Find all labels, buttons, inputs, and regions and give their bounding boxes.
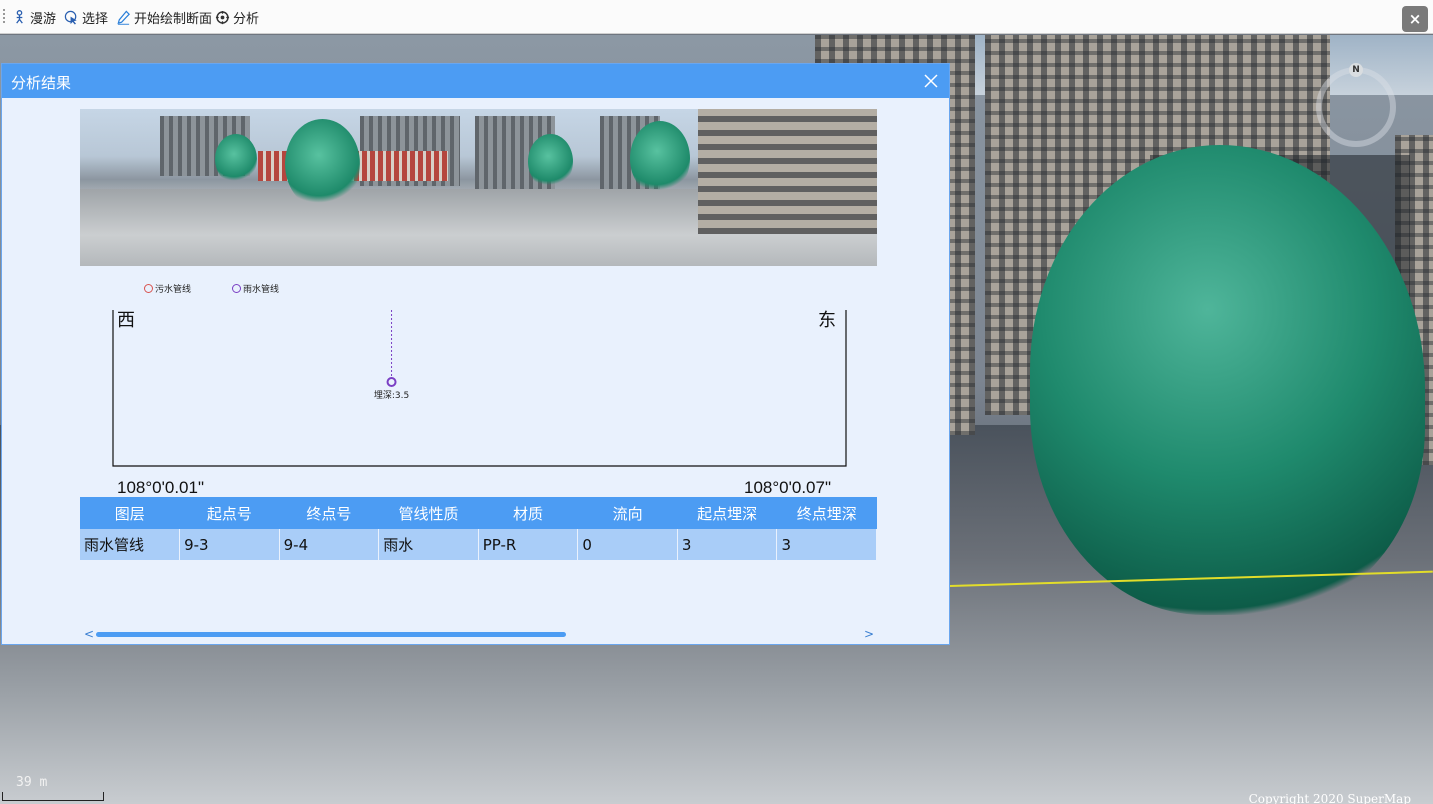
- west-label: 西: [117, 310, 135, 331]
- scale-bar: [2, 792, 104, 801]
- legend-rain-marker-icon: [232, 284, 241, 293]
- pipe-depth-label: 埋深:3.5: [374, 390, 409, 401]
- roam-label: 漫游: [30, 11, 57, 27]
- legend-rain-label: 雨水管线: [243, 285, 280, 295]
- column-header[interactable]: 流向: [577, 497, 678, 529]
- snapshot-tree: [285, 119, 360, 209]
- compass-north-icon: N: [1349, 63, 1363, 77]
- select-cursor-icon: [64, 10, 77, 25]
- x-end-label: 108°0'0.07": [744, 478, 831, 497]
- copyright-text: Copyright 2020 SuperMap: [1248, 792, 1411, 804]
- table-cell: 3: [776, 529, 877, 560]
- draw-section-label: 开始绘制断面: [134, 11, 213, 27]
- attribute-table: 图层 起点号 终点号 管线性质 材质 流向 起点埋深 终点埋深 雨水管线 9-3 9-4 雨水 PP-…: [80, 497, 877, 560]
- section-snapshot-image: [80, 109, 877, 266]
- horizontal-scrollbar[interactable]: < >: [84, 627, 874, 641]
- select-label: 选择: [82, 11, 109, 27]
- dialog-title: 分析结果: [11, 74, 72, 92]
- toolbar: 漫游 选择 开始绘制断面 分析 ×: [0, 0, 1433, 34]
- chart-axes: [112, 310, 847, 467]
- analyze-button[interactable]: 分析: [215, 7, 259, 27]
- pipe-point: [386, 377, 397, 387]
- compass-widget[interactable]: N: [1316, 63, 1396, 147]
- table-cell: 0: [577, 529, 678, 560]
- section-profile-chart: 西 东 108°0'0.01" 108°0'0.07" 埋深:3.5: [112, 310, 847, 497]
- dialog-header[interactable]: 分析结果: [2, 64, 949, 98]
- dialog-close-icon[interactable]: [922, 72, 940, 90]
- legend-sewage-marker-icon: [144, 284, 153, 293]
- roam-person-icon: [16, 9, 23, 24]
- column-header[interactable]: 材质: [478, 497, 578, 529]
- table-row[interactable]: 雨水管线 9-3 9-4 雨水 PP-R 0 3 3: [80, 529, 877, 560]
- scale-label: 39 m: [16, 775, 48, 790]
- snapshot-tall-building: [698, 109, 877, 234]
- column-header[interactable]: 起点埋深: [677, 497, 777, 529]
- snapshot-tree: [630, 121, 690, 196]
- select-button[interactable]: 选择: [64, 7, 108, 27]
- draw-section-button[interactable]: 开始绘制断面: [116, 7, 212, 27]
- table-cell: 雨水: [378, 529, 479, 560]
- chart-points: 埋深:3.5: [374, 310, 409, 401]
- east-label: 东: [818, 310, 836, 331]
- analyze-label: 分析: [233, 11, 260, 27]
- analyze-icon: [215, 10, 230, 24]
- table-cell: 9-4: [279, 529, 380, 560]
- scroll-left-icon[interactable]: <: [84, 627, 94, 641]
- roam-button[interactable]: 漫游: [12, 7, 56, 27]
- column-header[interactable]: 起点号: [179, 497, 280, 529]
- draw-pencil-icon: [117, 10, 130, 25]
- scrollbar-thumb[interactable]: [96, 632, 566, 637]
- snapshot-tree: [528, 134, 573, 189]
- column-header[interactable]: 图层: [80, 497, 180, 529]
- toolbar-close-button[interactable]: ×: [1402, 6, 1428, 32]
- x-start-label: 108°0'0.01": [117, 478, 204, 497]
- legend-rain: 雨水管线: [232, 282, 279, 295]
- analysis-result-dialog: 分析结果 污水管线 雨水管线 西 东 108°0'0.01" 108°0'0.0…: [1, 63, 950, 645]
- table-header-row: 图层 起点号 终点号 管线性质 材质 流向 起点埋深 终点埋深: [80, 497, 877, 529]
- snapshot-tree: [215, 134, 257, 184]
- table-cell: 9-3: [179, 529, 280, 560]
- column-header[interactable]: 终点埋深: [776, 497, 877, 529]
- legend-sewage-label: 污水管线: [155, 285, 192, 295]
- toolbar-grip[interactable]: [3, 9, 5, 25]
- table-cell: PP-R: [478, 529, 579, 560]
- column-header[interactable]: 终点号: [279, 497, 379, 529]
- legend-sewage: 污水管线: [144, 282, 191, 295]
- scroll-right-icon[interactable]: >: [864, 627, 874, 641]
- column-header[interactable]: 管线性质: [378, 497, 479, 529]
- close-icon: ×: [1408, 10, 1422, 28]
- table-cell: 3: [677, 529, 778, 560]
- table-cell: 雨水管线: [80, 529, 181, 560]
